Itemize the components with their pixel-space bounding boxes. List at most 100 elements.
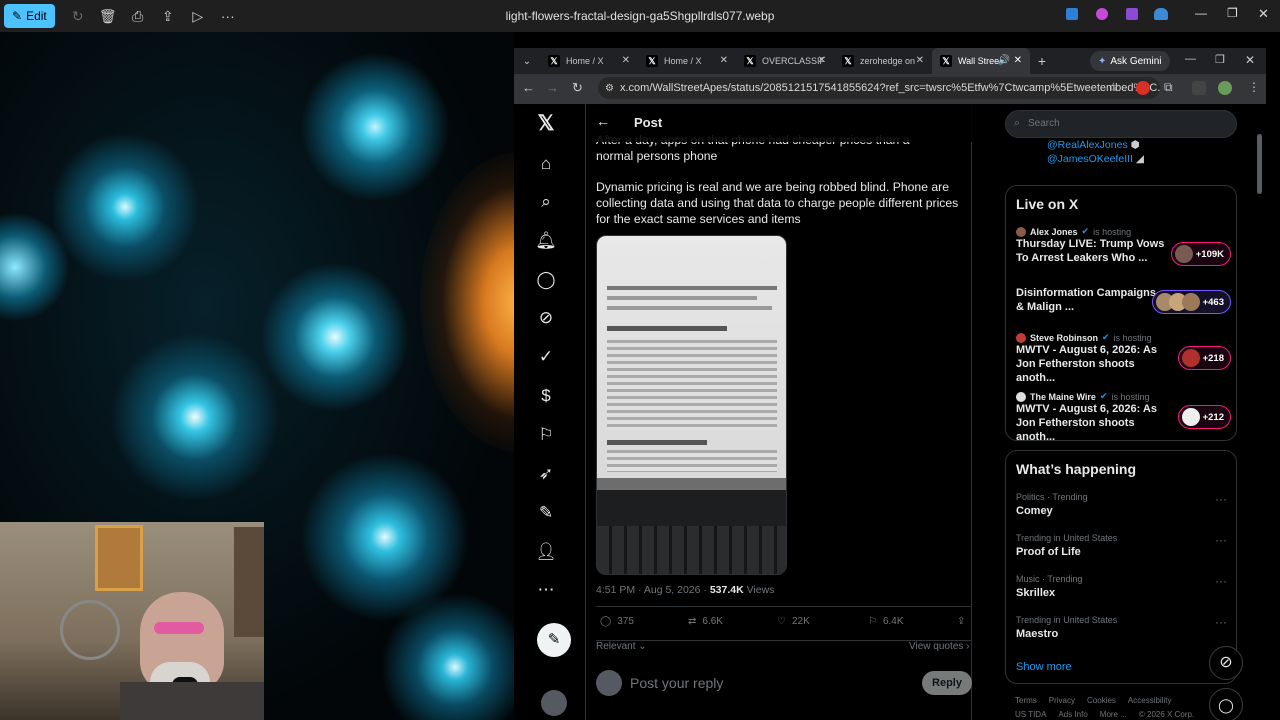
- live-item[interactable]: Steve Robinson ✔ is hosting MWTV - August …: [1016, 332, 1231, 384]
- sort-relevant[interactable]: Relevant ⌄: [596, 641, 647, 652]
- repost-action[interactable]: ⇄ 6.6K: [688, 616, 723, 627]
- minimize-icon[interactable]: —: [1195, 6, 1207, 20]
- trend-item[interactable]: Trending in United States Maestro ···: [1016, 615, 1231, 640]
- tab-home-1[interactable]: 𝕏 Home / X ✕: [540, 48, 638, 74]
- delete-icon[interactable]: 🗑: [93, 4, 123, 28]
- verified-badge-icon: ✔: [1102, 332, 1110, 342]
- live-item[interactable]: The Maine Wire ✔ is hosting MWTV - August …: [1016, 391, 1231, 443]
- mention-link[interactable]: @RealAlexJones ⬢: [1047, 138, 1237, 152]
- app-icon[interactable]: [1066, 8, 1078, 20]
- back-arrow-icon[interactable]: ←: [596, 113, 610, 129]
- rotate-icon[interactable]: ↻: [63, 4, 93, 28]
- post-column: After a day, apps on that phone had chea…: [585, 104, 973, 720]
- tab-home-2[interactable]: 𝕏 Home / X ✕: [638, 48, 736, 74]
- show-more-link[interactable]: Show more: [1016, 661, 1072, 673]
- bookmark-star-icon[interactable]: ☆: [1108, 80, 1119, 94]
- back-icon[interactable]: ←: [522, 80, 535, 95]
- more-icon[interactable]: ···: [213, 4, 243, 28]
- profile-avatar[interactable]: [1218, 81, 1232, 95]
- maximize-icon[interactable]: ❐: [1227, 6, 1238, 20]
- verified-badge-icon: ✔: [1081, 226, 1090, 236]
- action-bar: ◯ 375 ⇄ 6.6K ♡ 22K ⚐ 6.4K ⇪: [586, 616, 973, 636]
- reply-input[interactable]: Post your reply: [630, 675, 723, 691]
- profile-icon[interactable]: 👤︎: [534, 540, 558, 564]
- footer-links: Terms Privacy Cookies Accessibility: [1015, 696, 1172, 705]
- articles-icon[interactable]: ✎: [534, 501, 558, 525]
- photo-viewer-toolbar: ✎ Edit ↻ 🗑 ⎙ ⇪ ▷ ··· — ❐ ✕: [0, 0, 1280, 32]
- more-circle-icon[interactable]: ⋯: [534, 578, 558, 602]
- compose-post-button[interactable]: ✎: [537, 623, 571, 657]
- account-avatar[interactable]: [541, 690, 567, 716]
- verified-icon[interactable]: ✓: [534, 345, 558, 369]
- more-icon[interactable]: ···: [1215, 492, 1227, 506]
- grok-floating-button[interactable]: ⊘: [1209, 646, 1243, 680]
- site-info-icon[interactable]: ⚙: [605, 83, 614, 94]
- divider: [596, 606, 972, 607]
- app-icon[interactable]: [1096, 8, 1108, 20]
- edit-button[interactable]: ✎ Edit: [4, 4, 55, 28]
- slideshow-icon[interactable]: ▷: [183, 4, 213, 28]
- rocket-icon[interactable]: ➶: [534, 462, 558, 486]
- new-tab-button[interactable]: +: [1030, 53, 1054, 69]
- wall-painting: [95, 525, 143, 591]
- maximize-icon[interactable]: ❐: [1215, 53, 1225, 66]
- tab-zerohedge[interactable]: 𝕏zerohedge on ✕: [834, 48, 932, 74]
- more-icon[interactable]: ···: [1215, 574, 1227, 588]
- bookmarks-icon[interactable]: ⚐: [534, 423, 558, 447]
- menu-icon[interactable]: ⋮: [1248, 80, 1260, 94]
- reply-button[interactable]: Reply: [922, 671, 972, 695]
- notifications-icon[interactable]: 🔔︎: [534, 229, 558, 253]
- bookmark-action[interactable]: ⚐ 6.4K: [868, 616, 904, 627]
- app-icon[interactable]: [1126, 8, 1138, 20]
- home-icon[interactable]: ⌂: [534, 152, 558, 176]
- live-title: Live on X: [1016, 196, 1079, 212]
- close-tab-icon[interactable]: ✕: [818, 55, 826, 66]
- minimize-icon[interactable]: —: [1185, 53, 1196, 65]
- tab-overclassif[interactable]: 𝕏 OVERCLASSIF ✕: [736, 48, 834, 74]
- view-quotes-link[interactable]: View quotes ›: [909, 641, 969, 652]
- close-icon[interactable]: ✕: [1245, 53, 1255, 67]
- close-icon[interactable]: ✕: [1258, 6, 1269, 22]
- speaker-icon[interactable]: 🔊: [998, 55, 1010, 66]
- close-tab-icon[interactable]: ✕: [916, 55, 924, 66]
- tweet-image[interactable]: [596, 235, 787, 575]
- trend-item[interactable]: Politics · Trending Comey ···: [1016, 492, 1231, 517]
- search-input[interactable]: ⌕ Search: [1005, 110, 1237, 138]
- live-item[interactable]: Disinformation Campaigns & Malign ... +4…: [1016, 286, 1231, 322]
- live-item[interactable]: Alex Jones ✔ is hosting Thursday LIVE: Tru…: [1016, 226, 1231, 270]
- listener-pill: +212: [1177, 405, 1231, 429]
- scrollbar[interactable]: [1257, 134, 1262, 194]
- like-action[interactable]: ♡ 22K: [777, 616, 810, 627]
- search-icon[interactable]: ⌕: [534, 190, 558, 214]
- trend-item[interactable]: Music · Trending Skrillex ···: [1016, 574, 1231, 599]
- x-logo-icon[interactable]: 𝕏: [534, 112, 558, 136]
- grok-icon[interactable]: ⊘: [534, 306, 558, 330]
- share-icon[interactable]: ⇪: [153, 4, 183, 28]
- money-icon[interactable]: $: [534, 384, 558, 408]
- left-nav: 𝕏 ⌂ ⌕ 🔔︎ ◯ ⊘ ✓ $ ⚐ ➶ ✎ 👤︎ ⋯ ✎: [514, 104, 585, 720]
- messages-floating-button[interactable]: ◯: [1209, 688, 1243, 720]
- ask-gemini-button[interactable]: ✦ Ask Gemini: [1090, 51, 1170, 71]
- close-tab-icon[interactable]: ✕: [622, 55, 630, 66]
- more-icon[interactable]: ···: [1215, 615, 1227, 629]
- more-icon[interactable]: ···: [1215, 533, 1227, 547]
- reload-icon[interactable]: ↻: [572, 80, 583, 96]
- url-field[interactable]: x.com/WallStreetApes/status/208512151754…: [598, 77, 1160, 99]
- cloud-icon[interactable]: [1154, 8, 1168, 20]
- close-tab-icon[interactable]: ✕: [720, 55, 728, 66]
- sidepanel-icon[interactable]: [1192, 81, 1206, 95]
- close-tab-icon[interactable]: ✕: [1014, 55, 1022, 66]
- trend-item[interactable]: Trending in United States Proof of Life ··…: [1016, 533, 1231, 558]
- chat-icon[interactable]: ◯: [534, 268, 558, 292]
- tab-wallstreet[interactable]: 𝕏 Wall Stree 🔊 ✕: [932, 48, 1030, 74]
- extensions-icon[interactable]: ⧉: [1164, 80, 1173, 95]
- print-icon[interactable]: ⎙: [123, 4, 153, 28]
- address-bar: ← → ↻ x.com/WallStreetApes/status/208512…: [514, 74, 1266, 104]
- share-icon[interactable]: ⇪: [957, 616, 965, 627]
- extension-icon[interactable]: [1136, 81, 1150, 95]
- tab-search-icon[interactable]: ⌄: [514, 56, 540, 67]
- footer-links-2: US TIDA Ads Info More ... © 2026 X Corp.: [1015, 710, 1195, 719]
- mention-link[interactable]: @JamesOKeefeIII ◢: [1047, 152, 1237, 166]
- forward-icon[interactable]: →: [546, 80, 559, 95]
- reply-action[interactable]: ◯ 375: [600, 616, 634, 627]
